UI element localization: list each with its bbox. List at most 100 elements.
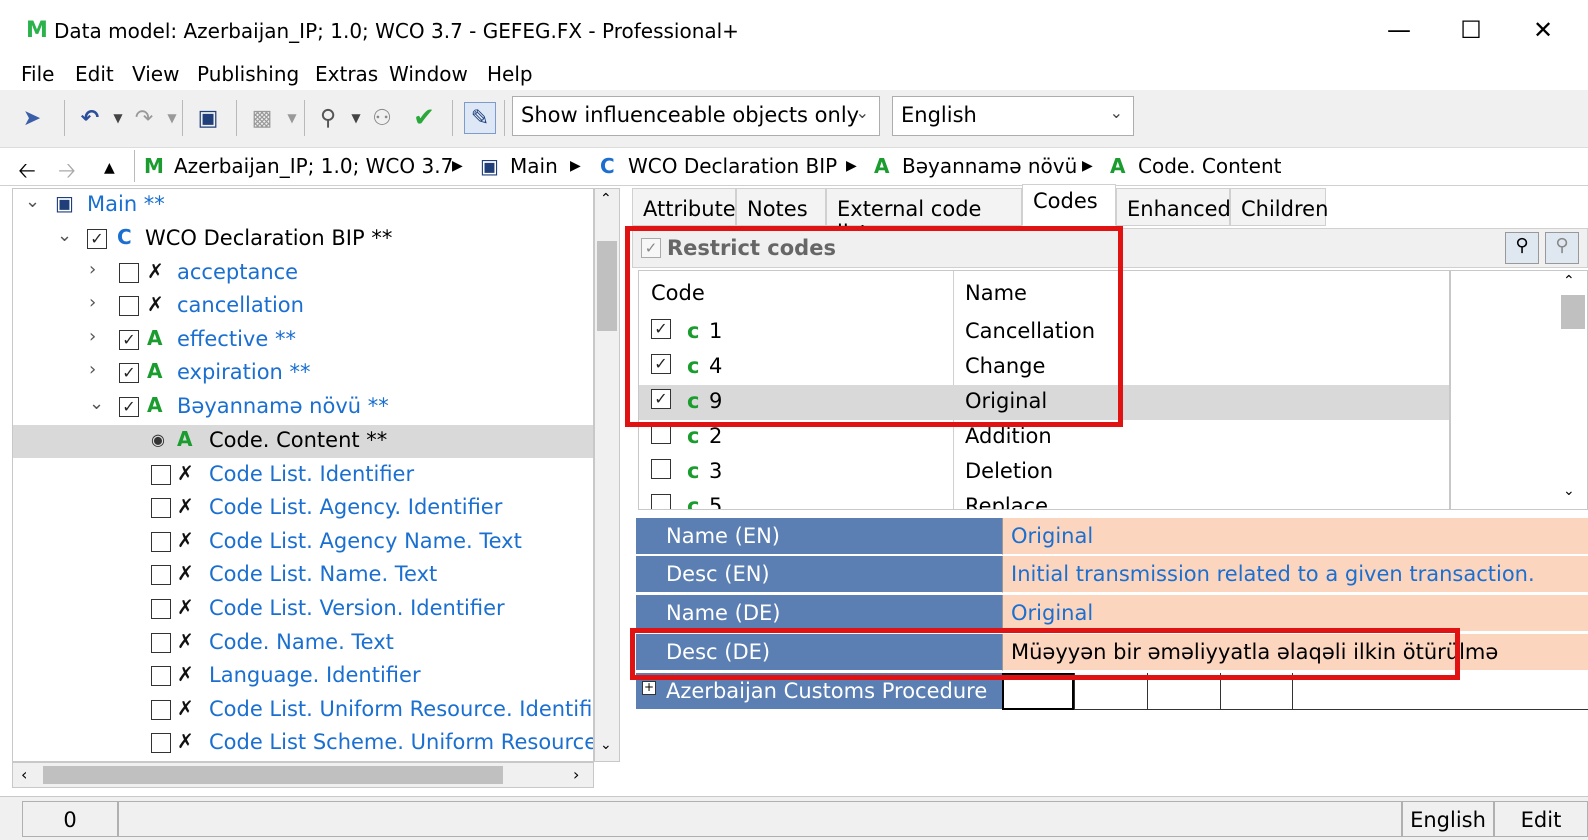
tree-row-code-content[interactable]: ◉ A Code. Content ** <box>13 425 593 458</box>
menu-help[interactable]: Help <box>487 62 533 86</box>
tree-row-language-identifier[interactable]: ✗ Language. Identifier <box>13 660 593 693</box>
tree-checkbox[interactable] <box>151 700 171 720</box>
scrollbar-thumb[interactable] <box>43 766 503 784</box>
tab-children[interactable]: Children <box>1230 188 1328 226</box>
tree-checkbox[interactable]: ✓ <box>119 330 139 350</box>
tree-checkbox[interactable] <box>119 263 139 283</box>
layout-icon[interactable]: ▩ <box>246 102 278 134</box>
chevron-right-icon[interactable]: › <box>89 292 105 313</box>
tree-checkbox[interactable]: ✓ <box>87 229 107 249</box>
forward-icon[interactable]: 🡢 <box>58 154 76 192</box>
tab-attribute[interactable]: Attribute <box>632 188 736 226</box>
check-icon[interactable]: ✔ <box>408 102 440 134</box>
chevron-down-icon[interactable]: ⌄ <box>25 191 41 212</box>
tree-row-code-list-identifier[interactable]: ✗ Code List. Identifier <box>13 459 593 492</box>
breadcrumb-main[interactable]: Main <box>510 154 558 178</box>
tree-vertical-scrollbar[interactable]: ⌃ ⌄ <box>594 188 620 762</box>
send-icon[interactable]: ➤ <box>16 102 48 134</box>
tree-label: cancellation <box>177 293 304 317</box>
tree-row-code-list-scheme-uri[interactable]: ✗ Code List Scheme. Uniform Resource. Id <box>13 727 593 760</box>
property-value[interactable]: Original <box>1002 518 1588 555</box>
scroll-up-icon[interactable]: ⌃ <box>1563 273 1575 289</box>
scroll-right-icon[interactable]: › <box>573 765 579 784</box>
tree-row-code-list-version[interactable]: ✗ Code List. Version. Identifier <box>13 593 593 626</box>
tree-row-declaration[interactable]: ⌄ ✓ C WCO Declaration BIP ** <box>13 223 593 256</box>
tree-checkbox[interactable] <box>119 296 139 316</box>
code-checkbox[interactable] <box>651 494 671 509</box>
search-next-icon[interactable]: ⚲ <box>1545 232 1579 264</box>
tree-row-acceptance[interactable]: › ✗ acceptance <box>13 257 593 290</box>
property-row[interactable]: Name (EN) Original <box>636 518 1588 556</box>
minimize-button[interactable]: — <box>1376 10 1422 50</box>
tree-checkbox[interactable] <box>151 532 171 552</box>
tab-notes[interactable]: Notes <box>736 188 826 226</box>
chevron-right-icon[interactable]: › <box>89 259 105 280</box>
chevron-right-icon[interactable]: › <box>89 326 105 347</box>
close-button[interactable]: ✕ <box>1520 10 1566 50</box>
tree-row-main[interactable]: ⌄ ▣ Main ** <box>13 189 593 222</box>
menu-window[interactable]: Window <box>389 62 468 86</box>
property-row[interactable]: Desc (EN) Initial transmission related t… <box>636 556 1588 594</box>
scroll-down-icon[interactable]: ⌄ <box>1563 483 1575 499</box>
breadcrumb-declaration-type[interactable]: Bəyannamə növü <box>902 154 1077 178</box>
tree-row-code-list-name[interactable]: ✗ Code List. Name. Text <box>13 559 593 592</box>
tree-row-code-list-agency-name[interactable]: ✗ Code List. Agency Name. Text <box>13 526 593 559</box>
tree-checkbox[interactable] <box>151 633 171 653</box>
tree-checkbox[interactable]: ✓ <box>119 397 139 417</box>
property-value[interactable]: Original <box>1002 595 1588 632</box>
tree-row-expiration[interactable]: › ✓ A expiration ** <box>13 357 593 390</box>
tree-horizontal-scrollbar[interactable]: ‹ › <box>12 762 594 788</box>
tab-external-code-lists[interactable]: External code lists <box>826 188 1022 245</box>
language-combo[interactable]: English ⌄ <box>892 96 1134 136</box>
maximize-button[interactable]: ☐ <box>1448 10 1494 50</box>
menu-edit[interactable]: Edit <box>75 62 114 86</box>
chevron-down-icon[interactable]: ⌄ <box>89 393 105 414</box>
tree-checkbox[interactable]: ✓ <box>119 363 139 383</box>
edit-pen-icon[interactable]: ✎ <box>464 102 496 134</box>
chevron-down-icon[interactable]: ⌄ <box>57 225 73 246</box>
tree-row-code-name[interactable]: ✗ Code. Name. Text <box>13 627 593 660</box>
menu-file[interactable]: File <box>21 62 54 86</box>
tab-enhanced[interactable]: Enhanced <box>1116 188 1231 226</box>
scroll-up-icon[interactable]: ⌃ <box>600 191 612 207</box>
tree-checkbox[interactable] <box>151 565 171 585</box>
model-tree[interactable]: ⌄ ▣ Main ** ⌄ ✓ C WCO Declaration BIP **… <box>12 188 594 762</box>
filter-combo[interactable]: Show influenceable objects only ⌄ <box>512 96 880 136</box>
property-value[interactable]: Initial transmission related to a given … <box>1002 556 1588 593</box>
scroll-left-icon[interactable]: ‹ <box>21 765 27 784</box>
tree-checkbox[interactable] <box>151 465 171 485</box>
tree-row-effective[interactable]: › ✓ A effective ** <box>13 324 593 357</box>
tree-checkbox[interactable] <box>151 666 171 686</box>
table-row[interactable]: c 3 Deletion <box>639 455 1449 490</box>
code-checkbox[interactable] <box>651 424 671 444</box>
up-icon[interactable]: ▲ <box>104 160 115 176</box>
menu-publishing[interactable]: Publishing <box>197 62 299 86</box>
scrollbar-thumb[interactable] <box>597 241 617 331</box>
chevron-right-icon[interactable]: › <box>89 359 105 380</box>
tree-row-code-list-uri[interactable]: ✗ Code List. Uniform Resource. Identifie… <box>13 694 593 727</box>
breadcrumb-declaration[interactable]: WCO Declaration BIP <box>628 154 837 178</box>
tab-codes[interactable]: Codes <box>1022 184 1116 226</box>
code-checkbox[interactable] <box>651 459 671 479</box>
table-row[interactable]: c 5 Replace <box>639 490 1449 509</box>
menu-view[interactable]: View <box>132 62 179 86</box>
tree-label: Code List. Version. Identifier <box>209 596 505 620</box>
back-icon[interactable]: 🡠 <box>18 154 36 192</box>
scroll-down-icon[interactable]: ⌄ <box>600 737 612 753</box>
search-icon[interactable]: ⚲ <box>1505 232 1539 264</box>
tree-row-cancellation[interactable]: › ✗ cancellation <box>13 290 593 323</box>
tree-checkbox[interactable] <box>151 733 171 753</box>
tree-checkbox[interactable] <box>151 599 171 619</box>
tree-row-declaration-type[interactable]: ⌄ ✓ A Bəyannamə növü ** <box>13 391 593 424</box>
expand-plus-icon[interactable]: + <box>642 681 656 695</box>
tree-checkbox[interactable] <box>151 498 171 518</box>
save-icon[interactable]: ▣ <box>192 102 224 134</box>
redo-dropdown-icon[interactable]: ▼ <box>156 102 188 134</box>
menu-extras[interactable]: Extras <box>315 62 378 86</box>
breadcrumb-root[interactable]: Azerbaijan_IP; 1.0; WCO 3.7 <box>174 154 453 178</box>
find-user-icon[interactable]: ⚇ <box>366 102 398 134</box>
breadcrumb-code-content[interactable]: Code. Content <box>1138 154 1281 178</box>
tree-row-code-list-agency-identifier[interactable]: ✗ Code List. Agency. Identifier <box>13 492 593 525</box>
codes-scrollbar[interactable]: ⌃ ⌄ <box>1450 270 1588 510</box>
scrollbar-thumb[interactable] <box>1561 295 1585 329</box>
